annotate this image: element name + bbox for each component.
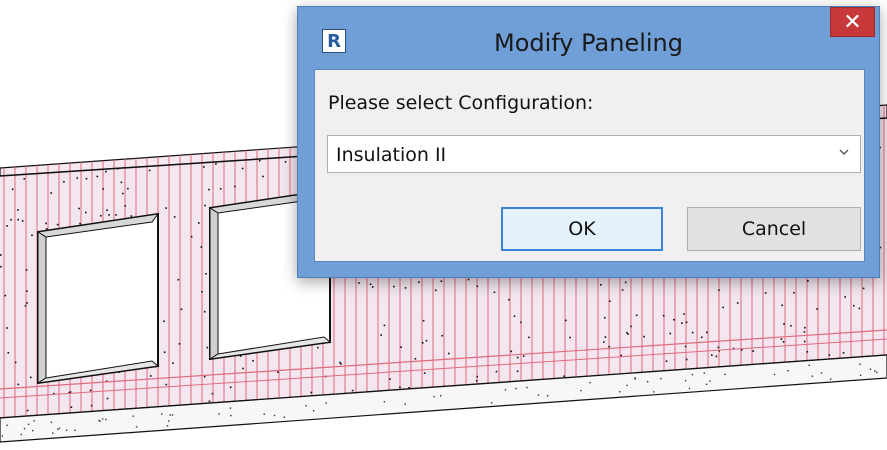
cancel-button[interactable]: Cancel [687, 207, 861, 251]
window-opening-1 [36, 212, 160, 385]
chevron-down-icon [839, 149, 849, 155]
configuration-prompt-label: Please select Configuration: [328, 92, 594, 114]
close-icon: ✕ [843, 9, 862, 35]
close-button[interactable]: ✕ [830, 7, 875, 37]
dialog-title: Modify Paneling [493, 29, 683, 57]
modify-paneling-dialog: R Modify Paneling ✕ Please select Config… [297, 6, 880, 278]
ok-button[interactable]: OK [501, 207, 663, 251]
configuration-dropdown[interactable]: Insulation II [327, 135, 861, 173]
dialog-titlebar[interactable]: R Modify Paneling ✕ [298, 7, 879, 67]
dialog-body: Please select Configuration: Insulation … [314, 69, 865, 262]
configuration-selected-value: Insulation II [336, 144, 447, 166]
